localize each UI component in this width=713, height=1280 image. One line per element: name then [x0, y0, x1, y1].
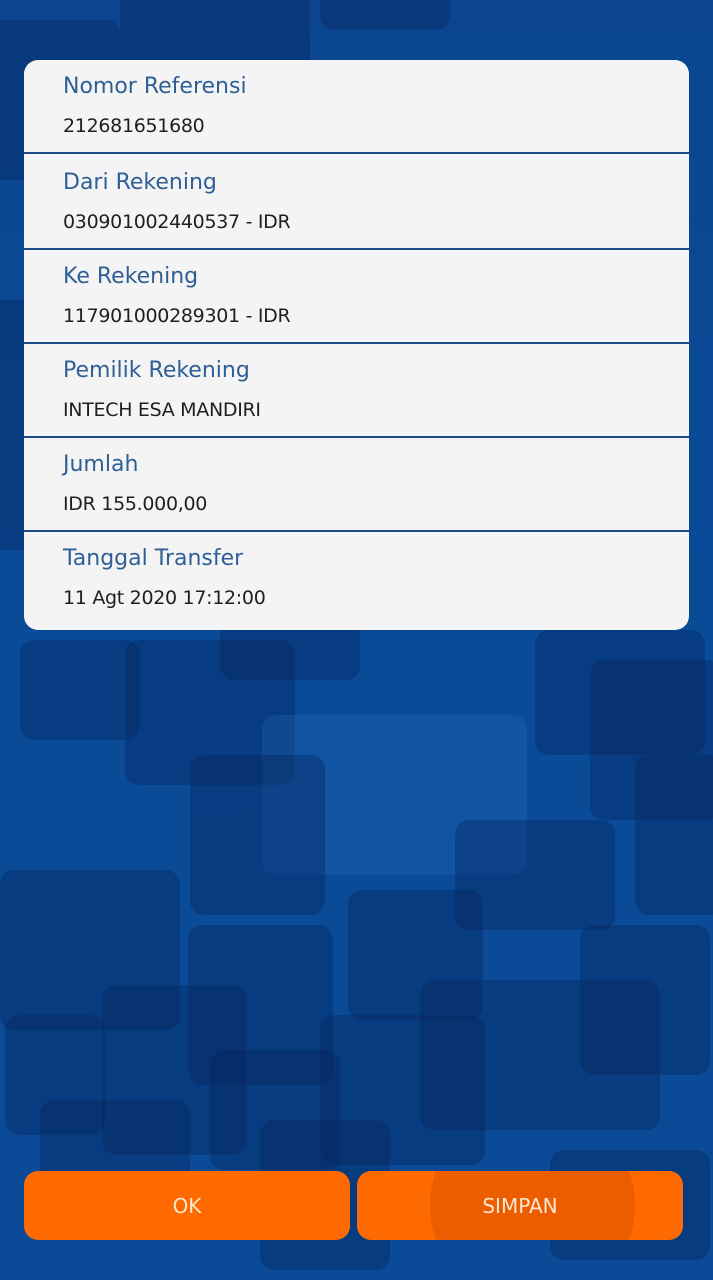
field-label: Nomor Referensi	[63, 74, 247, 99]
field-source-account: Dari Rekening 030901002440537 - IDR	[24, 156, 689, 250]
field-label: Dari Rekening	[63, 170, 217, 195]
field-value: 117901000289301 - IDR	[63, 305, 291, 327]
field-value: 212681651680	[63, 115, 205, 137]
field-destination-account: Ke Rekening 117901000289301 - IDR	[24, 250, 689, 344]
field-label: Tanggal Transfer	[63, 546, 244, 571]
field-value: 11 Agt 2020 17:12:00	[63, 587, 266, 609]
field-label: Ke Rekening	[63, 264, 199, 289]
save-button[interactable]: SIMPAN	[357, 1171, 683, 1240]
field-transfer-date: Tanggal Transfer 11 Agt 2020 17:12:00	[24, 532, 689, 626]
field-amount: Jumlah IDR 155.000,00	[24, 438, 689, 532]
field-value: IDR 155.000,00	[63, 493, 208, 515]
ok-button-label: OK	[172, 1193, 202, 1218]
field-value: 030901002440537 - IDR	[63, 211, 291, 233]
field-label: Pemilik Rekening	[63, 358, 250, 383]
field-value: INTECH ESA MANDIRI	[63, 399, 261, 421]
ok-button[interactable]: OK	[24, 1171, 350, 1240]
save-button-label: SIMPAN	[482, 1193, 558, 1218]
field-account-owner: Pemilik Rekening INTECH ESA MANDIRI	[24, 344, 689, 438]
transaction-detail-card: Nomor Referensi 212681651680 Dari Rekeni…	[24, 60, 689, 630]
field-reference-number: Nomor Referensi 212681651680	[24, 60, 689, 154]
field-label: Jumlah	[63, 452, 139, 477]
